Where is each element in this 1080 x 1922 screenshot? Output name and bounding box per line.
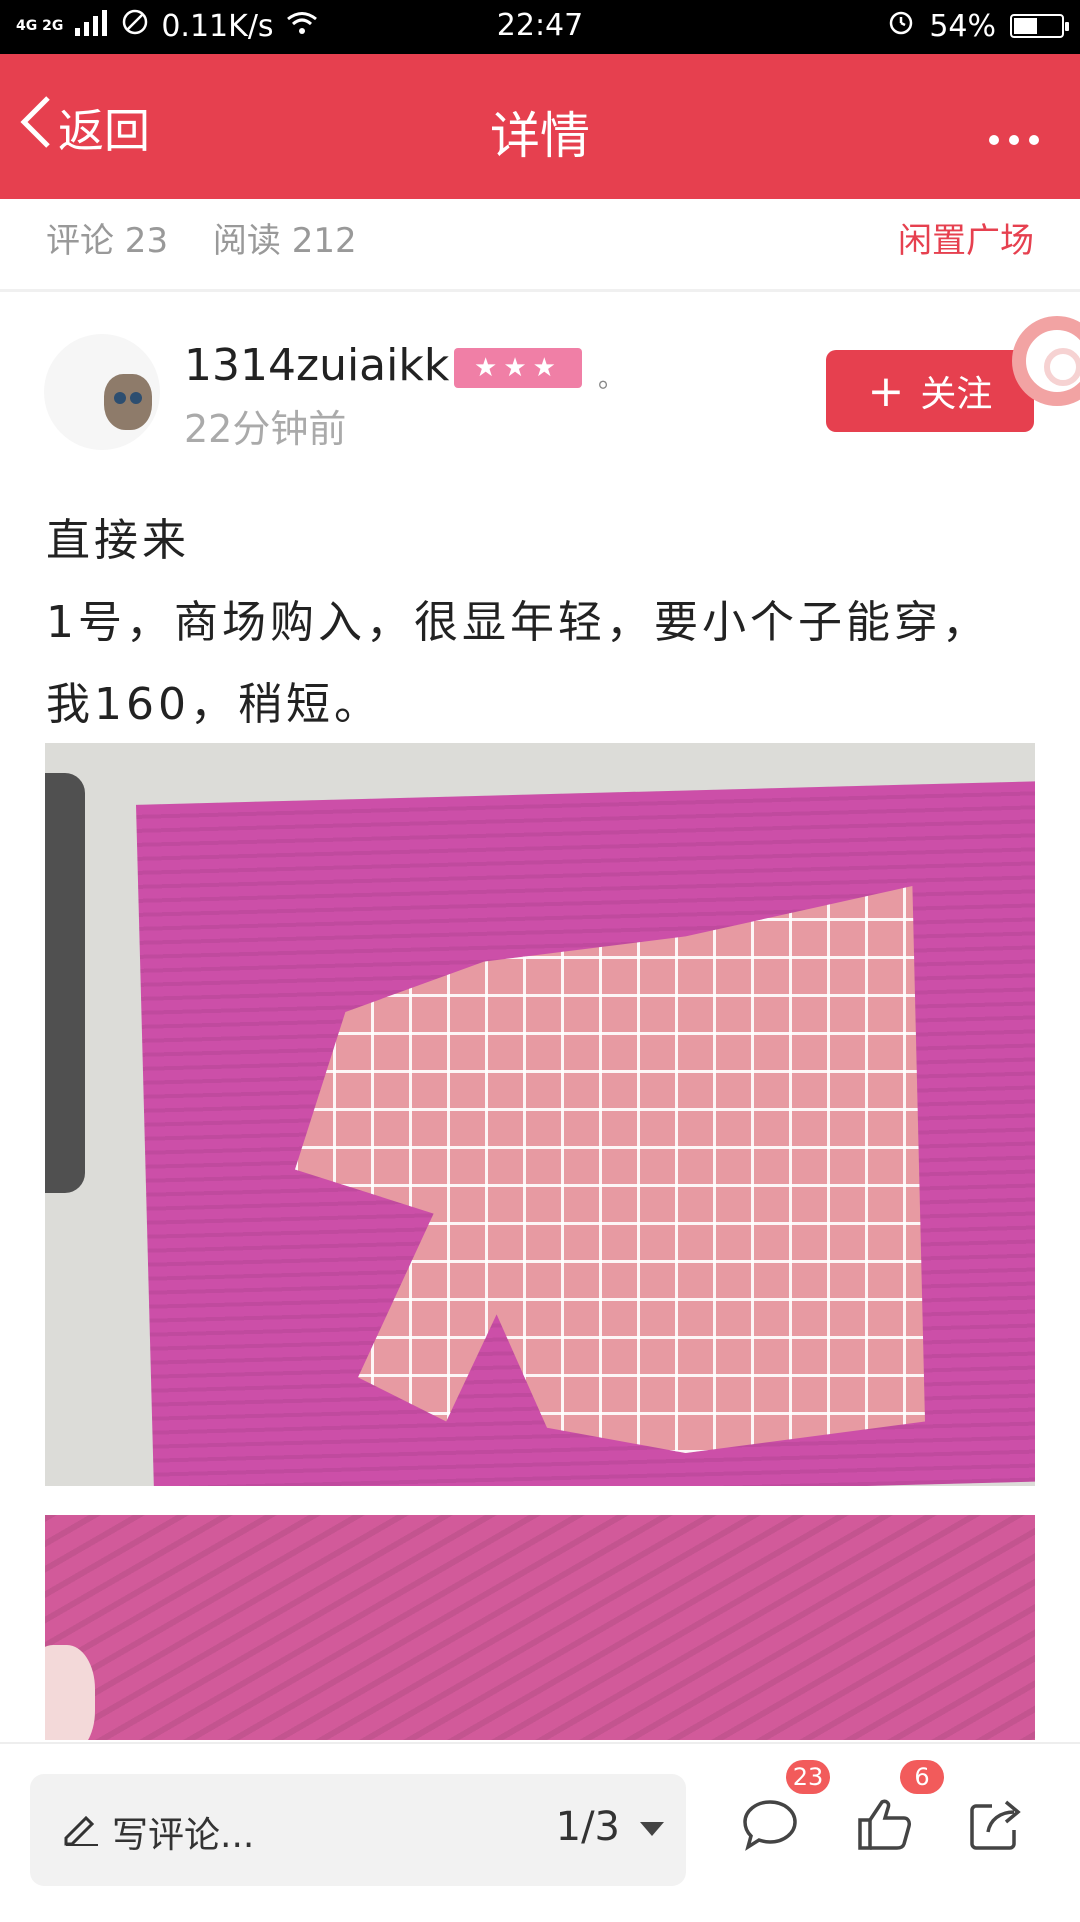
post-image-1[interactable]	[45, 743, 1035, 1486]
like-count-badge: 6	[900, 1760, 944, 1794]
status-bar: 4G 2G 0.11K/s 22:47 54%	[0, 0, 1080, 54]
caret-down-icon[interactable]	[640, 1822, 664, 1836]
comment-count-badge: 23	[786, 1760, 830, 1794]
battery-icon	[1010, 14, 1069, 38]
thumbs-up-icon	[854, 1799, 914, 1858]
section-link[interactable]: 闲置广场	[898, 213, 1034, 262]
pencil-icon	[62, 1808, 100, 1846]
app-header: 返回 详情	[0, 54, 1080, 199]
post-line-2: 1号，商场购入，很显年轻，要小个子能穿，我160，稍短。	[46, 597, 990, 730]
avatar[interactable]	[44, 334, 160, 450]
post-image-2[interactable]	[45, 1515, 1035, 1740]
image-roll	[45, 773, 85, 1193]
post-line-1: 直接来	[46, 515, 190, 566]
page-indicator[interactable]: 1/3	[556, 1804, 620, 1850]
read-count-label: 阅读 212	[212, 221, 357, 261]
image-fabric	[45, 1645, 95, 1740]
bottom-action-bar: 写评论... 1/3 23 6	[0, 1742, 1080, 1922]
comment-count-label: 评论 23	[46, 221, 169, 261]
post-time: 22分钟前	[184, 407, 347, 451]
rating-badge: ★★★	[454, 348, 582, 388]
follow-label: 关注	[920, 374, 993, 415]
battery-percent: 54%	[929, 8, 996, 44]
share-icon	[966, 1800, 1026, 1858]
more-icon[interactable]	[988, 106, 1040, 157]
share-button[interactable]	[966, 1794, 1026, 1854]
comment-input[interactable]: 写评论... 1/3	[30, 1774, 686, 1886]
comment-button[interactable]: 23	[740, 1760, 830, 1854]
post-body: 直接来 1号，商场购入，很显年轻，要小个子能穿，我160，稍短。	[46, 500, 1036, 746]
author-name[interactable]: 1314zuiaikk	[184, 340, 449, 391]
author-row: 1314zuiaikk ★★★ 。 22分钟前 + 关注	[0, 300, 1080, 451]
author-mark: 。	[598, 364, 625, 394]
cat-avatar-image	[104, 374, 152, 430]
follow-button[interactable]: + 关注	[826, 350, 1034, 432]
alarm-icon	[887, 8, 915, 44]
plus-icon: +	[867, 365, 905, 417]
like-button[interactable]: 6	[854, 1760, 944, 1854]
comment-bubble-icon	[740, 1800, 800, 1858]
comment-placeholder: 写评论...	[112, 1815, 255, 1856]
page-title: 详情	[490, 107, 590, 165]
post-meta: 评论 23 阅读 212 闲置广场	[0, 199, 1080, 292]
